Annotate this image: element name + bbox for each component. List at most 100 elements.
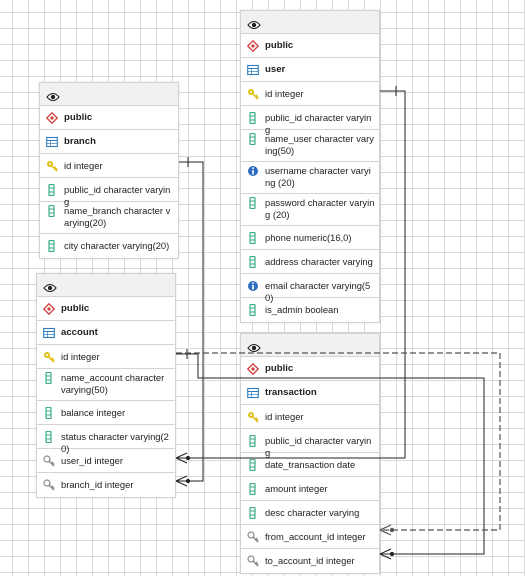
fk-icon bbox=[43, 479, 55, 491]
column-icon bbox=[247, 435, 259, 447]
table-header[interactable] bbox=[37, 274, 175, 297]
column-row[interactable]: name_branch character varying(20) bbox=[40, 202, 178, 234]
schema-label: public bbox=[265, 40, 294, 51]
column-icon bbox=[247, 507, 259, 519]
schema-icon bbox=[247, 363, 259, 375]
table-name: branch bbox=[64, 136, 96, 147]
schema-icon bbox=[46, 112, 58, 124]
key-icon bbox=[247, 411, 259, 423]
column-icon bbox=[43, 372, 55, 384]
column-label: id integer bbox=[265, 88, 304, 99]
column-row[interactable]: name_account character varying(50) bbox=[37, 369, 175, 401]
column-row[interactable]: username character varying (20) bbox=[241, 162, 379, 194]
table-icon bbox=[247, 64, 259, 76]
column-list: id integer name_account character varying… bbox=[37, 345, 175, 497]
column-row[interactable]: branch_id integer bbox=[37, 473, 175, 497]
column-label: name_branch character varying(20) bbox=[64, 205, 171, 228]
table-branch[interactable]: public branch id integer public_id charac… bbox=[39, 82, 179, 259]
column-icon bbox=[247, 112, 259, 124]
column-label: city character varying(20) bbox=[64, 240, 170, 251]
relation-account-branch[interactable] bbox=[175, 157, 204, 487]
eye-icon[interactable] bbox=[46, 89, 60, 102]
column-row[interactable]: address character varying bbox=[241, 250, 379, 274]
column-row[interactable]: id integer bbox=[241, 82, 379, 106]
table-name-row: transaction bbox=[241, 381, 379, 405]
schema-row: public bbox=[37, 297, 175, 321]
unique-icon bbox=[247, 280, 259, 292]
table-account[interactable]: public account id integer name_account ch… bbox=[36, 273, 176, 498]
column-icon bbox=[247, 133, 259, 145]
eye-icon[interactable] bbox=[247, 17, 261, 30]
column-icon bbox=[247, 232, 259, 244]
table-icon bbox=[46, 136, 58, 148]
schema-label: public bbox=[265, 363, 294, 374]
column-row[interactable]: balance integer bbox=[37, 401, 175, 425]
column-row[interactable]: status character varying(20) bbox=[37, 425, 175, 454]
key-icon bbox=[46, 160, 58, 172]
column-label: to_account_id integer bbox=[265, 555, 355, 566]
column-row[interactable]: phone numeric(16,0) bbox=[241, 226, 379, 250]
column-label: email character varying(50) bbox=[265, 280, 371, 303]
table-transaction[interactable]: public transaction id integer public_id c… bbox=[240, 333, 380, 574]
column-label: branch_id integer bbox=[61, 479, 134, 490]
column-label: name_account character varying(50) bbox=[61, 372, 165, 395]
column-icon bbox=[247, 256, 259, 268]
column-label: public_id character varying bbox=[265, 435, 372, 458]
eye-icon[interactable] bbox=[247, 340, 261, 353]
column-row[interactable]: id integer bbox=[241, 405, 379, 429]
schema-label: public bbox=[64, 112, 93, 123]
column-list: id integer public_id character varying nam… bbox=[241, 82, 379, 322]
column-row[interactable]: desc character varying bbox=[241, 501, 379, 525]
column-row[interactable]: city character varying(20) bbox=[40, 234, 178, 258]
table-name-row: user bbox=[241, 58, 379, 82]
column-row[interactable]: id integer bbox=[37, 345, 175, 369]
column-list: id integer public_id character varying nam… bbox=[40, 154, 178, 258]
column-row[interactable]: from_account_id integer bbox=[241, 525, 379, 549]
column-row[interactable]: id integer bbox=[40, 154, 178, 178]
column-icon bbox=[43, 407, 55, 419]
column-label: id integer bbox=[61, 351, 100, 362]
column-row[interactable]: to_account_id integer bbox=[241, 549, 379, 573]
table-header[interactable] bbox=[241, 334, 379, 357]
column-row[interactable]: amount integer bbox=[241, 477, 379, 501]
column-label: user_id integer bbox=[61, 455, 124, 466]
column-icon bbox=[247, 459, 259, 471]
table-header[interactable] bbox=[40, 83, 178, 106]
column-label: id integer bbox=[265, 411, 304, 422]
column-row[interactable]: public_id character varying bbox=[241, 429, 379, 458]
table-name-row: branch bbox=[40, 130, 178, 154]
eye-icon[interactable] bbox=[43, 280, 57, 293]
schema-icon bbox=[43, 303, 55, 315]
column-label: is_admin boolean bbox=[265, 304, 339, 315]
schema-row: public bbox=[40, 106, 178, 130]
key-icon bbox=[43, 351, 55, 363]
column-label: password character varying (20) bbox=[265, 197, 375, 220]
column-row[interactable]: name_user character varying(50) bbox=[241, 130, 379, 162]
column-icon bbox=[46, 240, 58, 252]
column-label: date_transaction date bbox=[265, 459, 356, 470]
column-row[interactable]: password character varying (20) bbox=[241, 194, 379, 226]
fk-icon bbox=[247, 555, 259, 567]
column-label: id integer bbox=[64, 160, 103, 171]
fk-icon bbox=[247, 531, 259, 543]
column-row[interactable]: public_id character varying bbox=[40, 178, 178, 207]
column-icon bbox=[247, 304, 259, 316]
schema-icon bbox=[247, 40, 259, 52]
column-row[interactable]: public_id character varying bbox=[241, 106, 379, 135]
column-list: id integer public_id character varying dat… bbox=[241, 405, 379, 573]
column-icon bbox=[247, 197, 259, 209]
column-icon bbox=[46, 205, 58, 217]
column-label: username character varying (20) bbox=[265, 165, 371, 188]
column-label: address character varying bbox=[265, 256, 373, 267]
table-user[interactable]: public user id integer public_id characte… bbox=[240, 10, 380, 323]
column-label: amount integer bbox=[265, 483, 328, 494]
table-header[interactable] bbox=[241, 11, 379, 34]
schema-row: public bbox=[241, 34, 379, 58]
column-icon bbox=[43, 431, 55, 443]
unique-icon bbox=[247, 165, 259, 177]
column-row[interactable]: email character varying(50) bbox=[241, 274, 379, 303]
column-label: desc character varying bbox=[265, 507, 360, 518]
column-icon bbox=[46, 184, 58, 196]
table-icon bbox=[247, 387, 259, 399]
column-label: phone numeric(16,0) bbox=[265, 232, 352, 243]
